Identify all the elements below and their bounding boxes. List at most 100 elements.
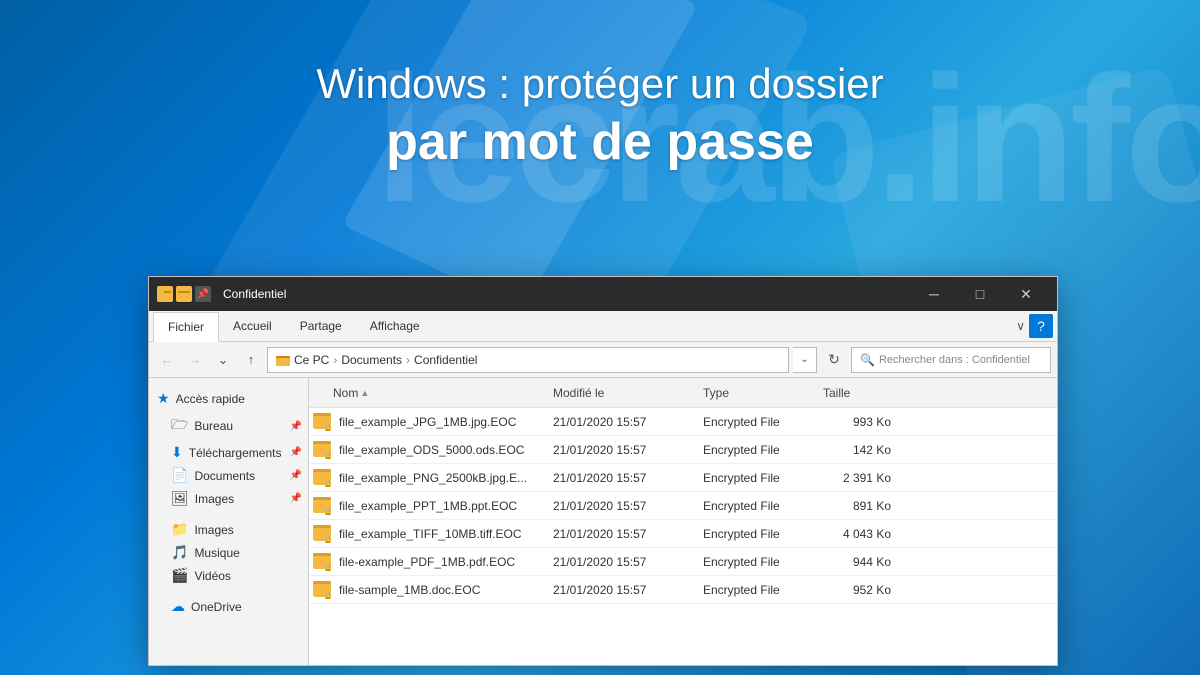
explorer-window: 📌 Confidentiel ─ □ ✕ Fichier Accueil Par… — [148, 276, 1058, 666]
search-box[interactable]: 🔍 Rechercher dans : Confidentiel — [851, 347, 1051, 373]
file-cell-modified: 21/01/2020 15:57 — [553, 499, 703, 513]
maximize-button[interactable]: □ — [957, 277, 1003, 311]
quick-access-text: Accès rapide — [176, 392, 245, 406]
sort-arrow-name: ▲ — [360, 388, 369, 398]
file-cell-name: 🔒 file_example_ODS_5000.ods.EOC — [313, 441, 553, 459]
title-line1: Windows : protéger un dossier — [0, 60, 1200, 108]
file-cell-size: 891 Ko — [823, 499, 903, 513]
titlebar: 📌 Confidentiel ─ □ ✕ — [149, 277, 1057, 311]
file-cell-name: 🔒 file_example_JPG_1MB.jpg.EOC — [313, 413, 553, 431]
col-header-modified[interactable]: Modifié le — [553, 386, 703, 400]
path-part-1: Documents — [341, 353, 402, 367]
file-name: file_example_ODS_5000.ods.EOC — [339, 443, 524, 457]
col-header-type[interactable]: Type — [703, 386, 823, 400]
sidebar-item-bureau[interactable]: 🗁 Bureau 📌 — [149, 411, 308, 441]
sidebar-item-label-telechargements: Téléchargements — [189, 446, 282, 460]
file-icon: 🔒 — [313, 553, 331, 571]
file-name: file_example_PPT_1MB.ppt.EOC — [339, 499, 517, 513]
refresh-button[interactable]: ↻ — [821, 347, 847, 373]
sidebar-item-label-videos: Vidéos — [194, 569, 230, 583]
dropdown-button[interactable]: ⌄ — [211, 348, 235, 372]
file-cell-type: Encrypted File — [703, 415, 823, 429]
titlebar-icon-folder1 — [157, 286, 173, 302]
close-button[interactable]: ✕ — [1003, 277, 1049, 311]
titlebar-controls: ─ □ ✕ — [911, 277, 1049, 311]
file-name: file_example_TIFF_10MB.tiff.EOC — [339, 527, 522, 541]
table-row[interactable]: 🔒 file_example_PPT_1MB.ppt.EOC 21/01/202… — [309, 492, 1057, 520]
file-name: file-example_PDF_1MB.pdf.EOC — [339, 555, 515, 569]
sidebar-item-label-images: Images — [194, 523, 233, 537]
table-row[interactable]: 🔒 file_example_JPG_1MB.jpg.EOC 21/01/202… — [309, 408, 1057, 436]
file-cell-name: 🔒 file_example_PNG_2500kB.jpg.E... — [313, 469, 553, 487]
table-row[interactable]: 🔒 file_example_PNG_2500kB.jpg.E... 21/01… — [309, 464, 1057, 492]
ribbon: Fichier Accueil Partage Affichage ∨ ? — [149, 311, 1057, 342]
path-sep-1: › — [406, 353, 410, 367]
sidebar-item-musique[interactable]: 🎵 Musique — [149, 541, 308, 564]
ribbon-chevron: ∨ ? — [1016, 314, 1053, 338]
path-dropdown[interactable]: ⌄ — [793, 347, 817, 373]
sidebar-item-telechargements[interactable]: ⬇ Téléchargements 📌 — [149, 441, 308, 464]
sidebar-item-images-pinned[interactable]: 🖼 Images 📌 — [149, 487, 308, 510]
file-cell-type: Encrypted File — [703, 443, 823, 457]
lock-icon: 🔒 — [323, 564, 333, 571]
folder-videos-icon: 🎬 — [171, 567, 188, 584]
col-header-size[interactable]: Taille — [823, 386, 903, 400]
help-icon[interactable]: ? — [1029, 314, 1053, 338]
minimize-button[interactable]: ─ — [911, 277, 957, 311]
ribbon-collapse-icon[interactable]: ∨ — [1016, 319, 1025, 333]
file-cell-type: Encrypted File — [703, 471, 823, 485]
table-row[interactable]: 🔒 file-sample_1MB.doc.EOC 21/01/2020 15:… — [309, 576, 1057, 604]
sidebar-item-label-bureau: Bureau — [194, 419, 233, 433]
file-icon: 🔒 — [313, 469, 331, 487]
lock-icon: 🔒 — [323, 452, 333, 459]
folder-images-pinned-icon: 🖼 — [171, 490, 189, 507]
file-cell-type: Encrypted File — [703, 527, 823, 541]
file-icon: 🔒 — [313, 441, 331, 459]
file-icon: 🔒 — [313, 581, 331, 599]
folder-bureau-icon: 🗁 — [171, 414, 188, 438]
star-icon: ★ — [157, 390, 170, 407]
pin-icon-telechargements: 📌 — [290, 447, 302, 458]
tab-affichage[interactable]: Affichage — [356, 311, 434, 341]
up-button[interactable]: ↑ — [239, 348, 263, 372]
sidebar-item-videos[interactable]: 🎬 Vidéos — [149, 564, 308, 587]
pin-icon-images: 📌 — [290, 493, 302, 504]
table-row[interactable]: 🔒 file_example_ODS_5000.ods.EOC 21/01/20… — [309, 436, 1057, 464]
title-line2: par mot de passe — [0, 112, 1200, 172]
tab-accueil[interactable]: Accueil — [219, 311, 286, 341]
title-area: Windows : protéger un dossier par mot de… — [0, 60, 1200, 172]
onedrive-icon: ☁ — [171, 598, 185, 615]
sidebar-item-documents[interactable]: 📄 Documents 📌 — [149, 464, 308, 487]
file-cell-name: 🔒 file-example_PDF_1MB.pdf.EOC — [313, 553, 553, 571]
sidebar-item-label-documents: Documents — [194, 469, 255, 483]
folder-icon-path — [276, 354, 290, 366]
ribbon-tabs: Fichier Accueil Partage Affichage ∨ ? — [149, 311, 1057, 341]
file-cell-size: 944 Ko — [823, 555, 903, 569]
col-header-name[interactable]: Nom ▲ — [313, 386, 553, 400]
quick-access-label[interactable]: ★ Accès rapide — [149, 386, 308, 411]
tab-fichier[interactable]: Fichier — [153, 312, 219, 342]
file-list: Nom ▲ Modifié le Type Taille — [309, 378, 1057, 665]
address-path[interactable]: Ce PC › Documents › Confidentiel — [267, 347, 789, 373]
titlebar-icons: 📌 — [157, 286, 211, 302]
file-cell-size: 952 Ko — [823, 583, 903, 597]
file-cell-name: 🔒 file_example_TIFF_10MB.tiff.EOC — [313, 525, 553, 543]
folder-images-icon: 📁 — [171, 521, 188, 538]
titlebar-title: Confidentiel — [223, 287, 286, 301]
back-button[interactable]: ← — [155, 348, 179, 372]
tab-partage[interactable]: Partage — [286, 311, 356, 341]
lock-icon: 🔒 — [323, 508, 333, 515]
table-row[interactable]: 🔒 file-example_PDF_1MB.pdf.EOC 21/01/202… — [309, 548, 1057, 576]
lock-icon: 🔒 — [323, 480, 333, 487]
file-cell-size: 2 391 Ko — [823, 471, 903, 485]
file-cell-name: 🔒 file-sample_1MB.doc.EOC — [313, 581, 553, 599]
file-cell-modified: 21/01/2020 15:57 — [553, 415, 703, 429]
sidebar-item-label-musique: Musique — [194, 546, 239, 560]
forward-button[interactable]: → — [183, 348, 207, 372]
sidebar-item-label-onedrive: OneDrive — [191, 600, 242, 614]
file-icon: 🔒 — [313, 525, 331, 543]
sidebar: ★ Accès rapide 🗁 Bureau 📌 ⬇ Téléchargeme… — [149, 378, 309, 665]
sidebar-item-onedrive[interactable]: ☁ OneDrive — [149, 595, 308, 618]
table-row[interactable]: 🔒 file_example_TIFF_10MB.tiff.EOC 21/01/… — [309, 520, 1057, 548]
sidebar-item-images[interactable]: 📁 Images — [149, 518, 308, 541]
